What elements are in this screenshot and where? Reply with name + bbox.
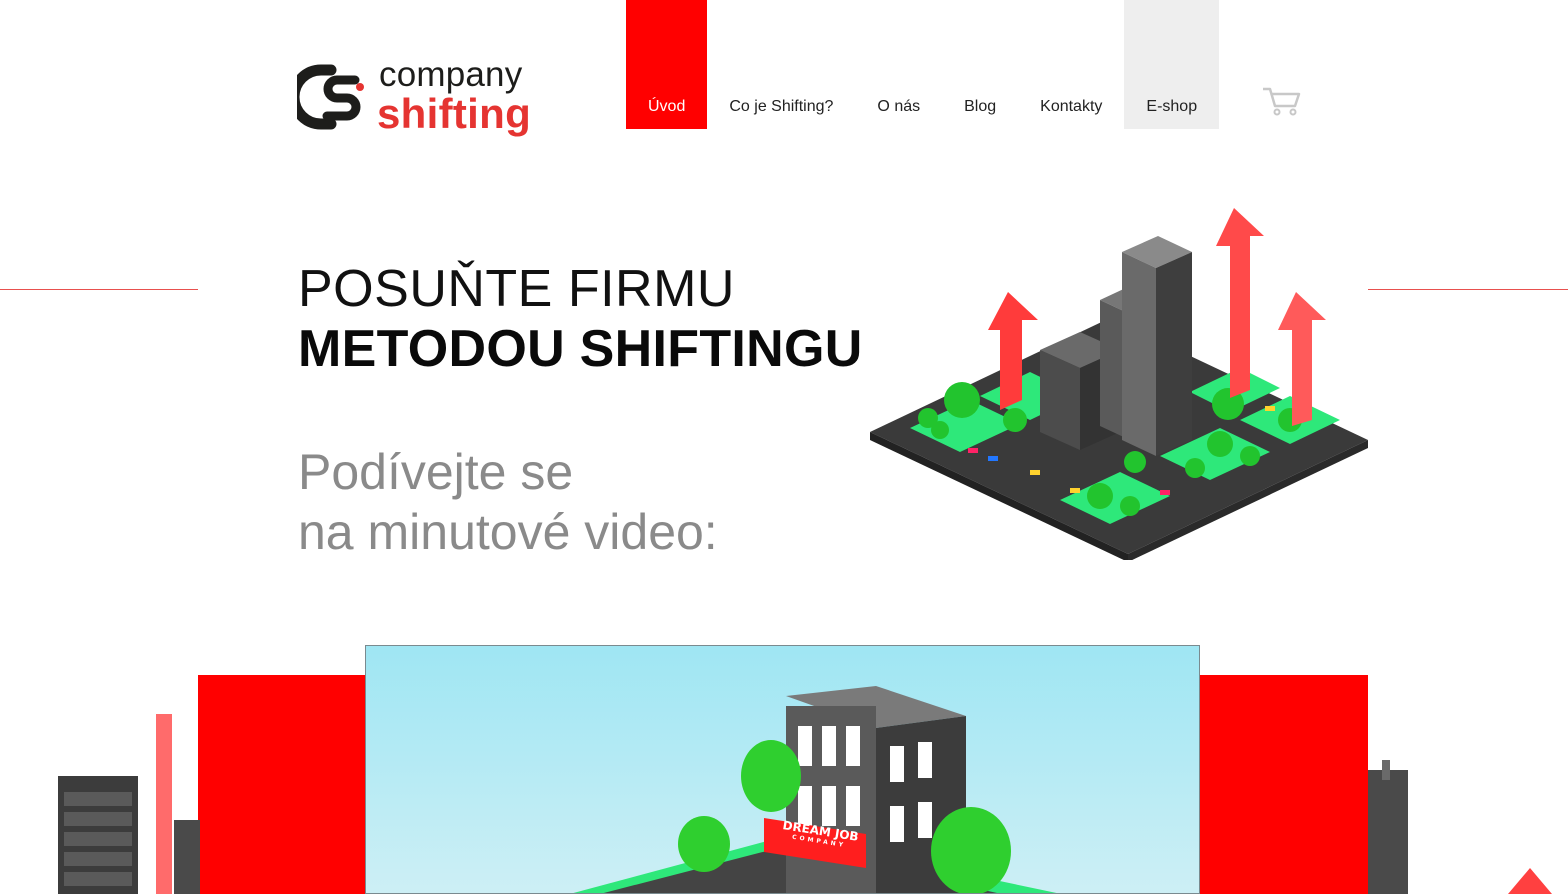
red-panel-left [198,675,366,894]
video-thumbnail-building [573,686,1057,893]
city-silhouette-right [1368,760,1552,894]
company-logo[interactable]: company shifting [297,56,557,140]
main-navigation: Úvod Co je Shifting? O nás Blog Kontakty… [626,0,1220,129]
hero-subtitle-line1: Podívejte se [298,444,574,500]
nav-item-o-nas[interactable]: O nás [855,0,942,129]
nav-item-e-shop[interactable]: E-shop [1124,0,1220,129]
hero-subtitle-line2: na minutové video: [298,504,718,560]
hero-subtitle: Podívejte se na minutové video: [298,442,718,562]
decorative-line-right [1368,289,1568,290]
nav-item-kontakty[interactable]: Kontakty [1018,0,1124,129]
hero-title-line1: POSUŇTE FIRMU [298,260,735,318]
nav-item-uvod[interactable]: Úvod [626,0,708,129]
hero-title-line2: METODOU SHIFTINGU [298,320,863,378]
logo-text-company: company [379,55,523,94]
isometric-city-illustration [870,208,1368,560]
city-silhouette-left [58,714,200,894]
video-player[interactable]: DREAM JOB COMPANY [365,645,1200,894]
logo-text-shifting: shifting [377,90,532,137]
decorative-line-left [0,289,198,290]
shopping-cart-icon[interactable] [1262,86,1302,116]
cs-logo-icon [297,64,364,130]
nav-item-co-je-shifting[interactable]: Co je Shifting? [707,0,855,129]
nav-item-blog[interactable]: Blog [942,0,1018,129]
red-panel-right [1200,675,1368,894]
